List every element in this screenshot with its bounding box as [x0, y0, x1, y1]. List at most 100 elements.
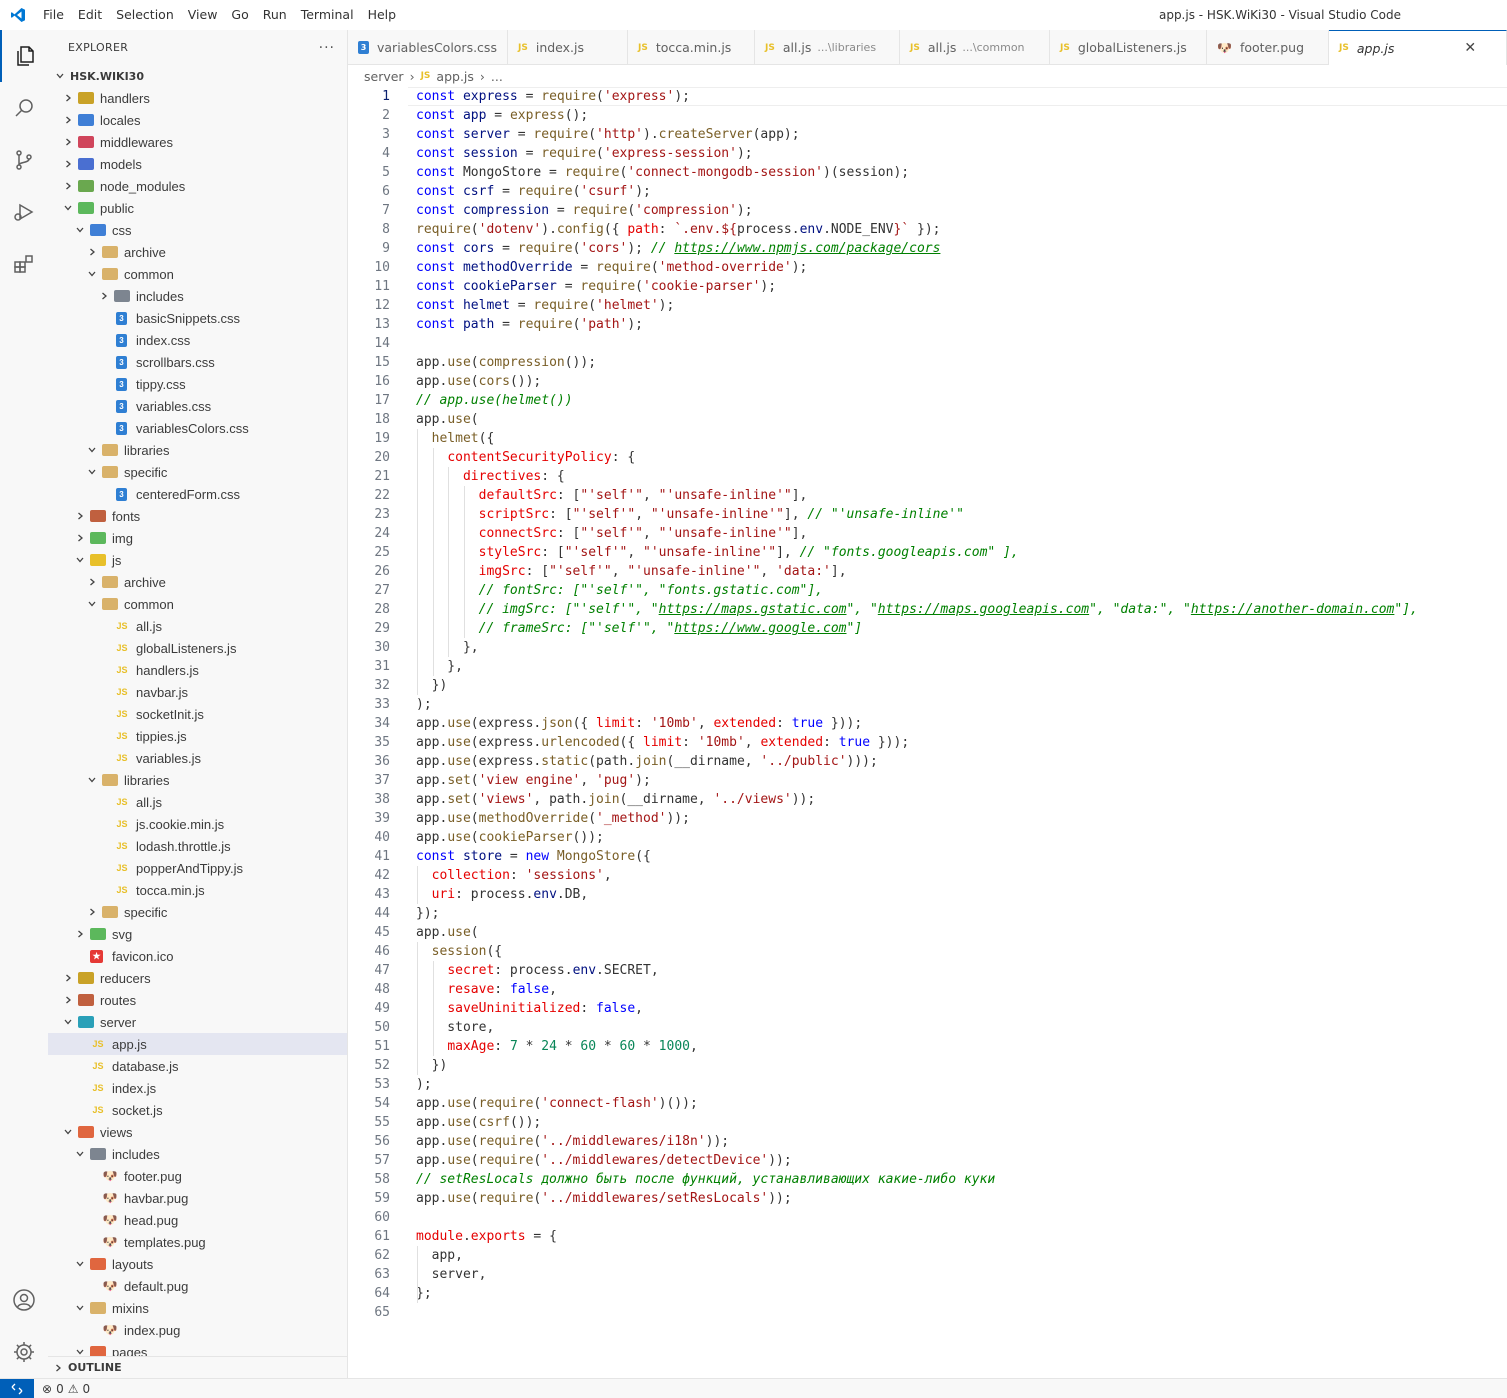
tab-footer-pug[interactable]: 🐶 footer.pug	[1207, 30, 1329, 65]
code-line[interactable]: saveUninitialized: false,	[416, 999, 643, 1018]
tree-item-folder[interactable]: archive	[48, 571, 347, 593]
tree-item-folder[interactable]: mixins	[48, 1297, 347, 1319]
tree-item-js[interactable]: JS index.js	[48, 1077, 347, 1099]
code-line[interactable]: const methodOverride = require('method-o…	[416, 258, 807, 277]
tree-item-folder[interactable]: js	[48, 549, 347, 571]
tree-item-js[interactable]: JS tocca.min.js	[48, 879, 347, 901]
code-line[interactable]: app.use(require('../middlewares/detectDe…	[416, 1151, 792, 1170]
code-line[interactable]: // app.use(helmet())	[416, 391, 573, 410]
tab-variablesColors-css[interactable]: 3 variablesColors.css	[348, 30, 508, 65]
code-line[interactable]: app.set('view engine', 'pug');	[416, 771, 651, 790]
code-line[interactable]: app.use(express.json({ limit: '10mb', ex…	[416, 714, 862, 733]
tree-item-folder[interactable]: models	[48, 153, 347, 175]
code-line[interactable]: contentSecurityPolicy: {	[416, 448, 635, 467]
breadcrumb-folder[interactable]: server	[364, 69, 404, 84]
code-line[interactable]: // imgSrc: ["'self'", "https://maps.gsta…	[416, 600, 1418, 619]
code-line[interactable]: app.use(	[416, 923, 479, 942]
code-line[interactable]: },	[416, 657, 463, 676]
code-line[interactable]: const session = require('express-session…	[416, 144, 753, 163]
tree-item-folder[interactable]: svg	[48, 923, 347, 945]
code-line[interactable]: // fontSrc: ["'self'", "fonts.gstatic.co…	[416, 581, 823, 600]
code-line[interactable]: secret: process.env.SECRET,	[416, 961, 658, 980]
tree-item-folder[interactable]: views	[48, 1121, 347, 1143]
menu-file[interactable]: File	[36, 0, 71, 30]
code-line[interactable]: connectSrc: ["'self'", "'unsafe-inline'"…	[416, 524, 808, 543]
tree-item-folder[interactable]: img	[48, 527, 347, 549]
tree-item-folder[interactable]: node_modules	[48, 175, 347, 197]
tree-item-js[interactable]: JS all.js	[48, 791, 347, 813]
workspace-root[interactable]: HSK.WIKI30	[48, 65, 347, 87]
code-line[interactable]: const server = require('http').createSer…	[416, 125, 800, 144]
code-line[interactable]: const cookieParser = require('cookie-par…	[416, 277, 776, 296]
tree-item-js[interactable]: JS socket.js	[48, 1099, 347, 1121]
tree-item-pug[interactable]: 🐶 footer.pug	[48, 1165, 347, 1187]
tree-item-folder[interactable]: routes	[48, 989, 347, 1011]
tree-item-folder[interactable]: archive	[48, 241, 347, 263]
code-line[interactable]: defaultSrc: ["'self'", "'unsafe-inline'"…	[416, 486, 808, 505]
tree-item-folder[interactable]: includes	[48, 1143, 347, 1165]
code-line[interactable]: helmet({	[416, 429, 495, 448]
tree-item-folder[interactable]: handlers	[48, 87, 347, 109]
code-line[interactable]: app.use(require('connect-flash')());	[416, 1094, 698, 1113]
tree-item-folder[interactable]: libraries	[48, 769, 347, 791]
code-line[interactable]: require('dotenv').config({ path: `.env.$…	[416, 220, 940, 239]
code-line[interactable]: scriptSrc: ["'self'", "'unsafe-inline'"]…	[416, 505, 964, 524]
code-line[interactable]: );	[416, 1075, 432, 1094]
tree-item-css[interactable]: 3 variablesColors.css	[48, 417, 347, 439]
code-line[interactable]: const compression = require('compression…	[416, 201, 753, 220]
tab-tocca-min-js[interactable]: JS tocca.min.js	[628, 30, 755, 65]
code-line[interactable]: });	[416, 904, 439, 923]
settings-gear-icon[interactable]	[0, 1326, 48, 1378]
code-line[interactable]: app.use(compression());	[416, 353, 596, 372]
account-icon[interactable]	[0, 1274, 48, 1326]
code-line[interactable]: uri: process.env.DB,	[416, 885, 589, 904]
tree-item-css[interactable]: 3 scrollbars.css	[48, 351, 347, 373]
tree-item-js[interactable]: JS variables.js	[48, 747, 347, 769]
code-line[interactable]: const helmet = require('helmet');	[416, 296, 674, 315]
code-line[interactable]: app.use(require('../middlewares/i18n'));	[416, 1132, 729, 1151]
problems-indicator[interactable]: ⊗ 0 ⚠ 0	[34, 1382, 90, 1396]
remote-indicator-icon[interactable]	[0, 1378, 34, 1398]
tree-item-folder[interactable]: includes	[48, 285, 347, 307]
tree-item-js[interactable]: JS app.js	[48, 1033, 347, 1055]
tree-item-folder[interactable]: layouts	[48, 1253, 347, 1275]
code-line[interactable]: store,	[416, 1018, 494, 1037]
code-line[interactable]: app.use(cookieParser());	[416, 828, 604, 847]
tree-item-js[interactable]: JS all.js	[48, 615, 347, 637]
tree-item-folder[interactable]: libraries	[48, 439, 347, 461]
code-line[interactable]: app,	[416, 1246, 463, 1265]
tree-item-folder[interactable]: reducers	[48, 967, 347, 989]
menu-run[interactable]: Run	[256, 0, 294, 30]
tree-item-css[interactable]: 3 tippy.css	[48, 373, 347, 395]
tree-item-pug[interactable]: 🐶 templates.pug	[48, 1231, 347, 1253]
tab-index-js[interactable]: JS index.js	[508, 30, 628, 65]
code-line[interactable]: app.set('views', path.join(__dirname, '.…	[416, 790, 815, 809]
code-line[interactable]: })	[416, 1056, 448, 1075]
tree-item-js[interactable]: JS globalListeners.js	[48, 637, 347, 659]
tree-item-css[interactable]: 3 centeredForm.css	[48, 483, 347, 505]
code-editor[interactable]: 1 const express = require('express'); 2 con…	[348, 87, 1507, 1378]
code-line[interactable]: const store = new MongoStore({	[416, 847, 651, 866]
run-debug-icon[interactable]	[0, 186, 48, 238]
tree-item-pug[interactable]: 🐶 havbar.pug	[48, 1187, 347, 1209]
code-line[interactable]: // frameSrc: ["'self'", "https://www.goo…	[416, 619, 863, 638]
code-line[interactable]: module.exports = {	[416, 1227, 557, 1246]
menu-selection[interactable]: Selection	[109, 0, 181, 30]
tree-item-js[interactable]: JS database.js	[48, 1055, 347, 1077]
code-line[interactable]: directives: {	[416, 467, 565, 486]
code-line[interactable]: const path = require('path');	[416, 315, 643, 334]
tree-item-js[interactable]: JS socketInit.js	[48, 703, 347, 725]
tree-item-js[interactable]: JS handlers.js	[48, 659, 347, 681]
code-line[interactable]: };	[416, 1284, 432, 1303]
search-icon[interactable]	[0, 82, 48, 134]
menu-help[interactable]: Help	[361, 0, 404, 30]
explorer-icon[interactable]	[0, 30, 48, 82]
tree-item-js[interactable]: JS navbar.js	[48, 681, 347, 703]
code-line[interactable]: app.use(express.static(path.join(__dirna…	[416, 752, 878, 771]
code-line[interactable]: styleSrc: ["'self'", "'unsafe-inline'"],…	[416, 543, 1019, 562]
breadcrumb-symbols[interactable]: ...	[491, 69, 503, 84]
code-line[interactable]: const cors = require('cors'); // https:/…	[416, 239, 940, 258]
tree-item-folder[interactable]: public	[48, 197, 347, 219]
code-line[interactable]: server,	[416, 1265, 487, 1284]
tree-item-folder[interactable]: fonts	[48, 505, 347, 527]
